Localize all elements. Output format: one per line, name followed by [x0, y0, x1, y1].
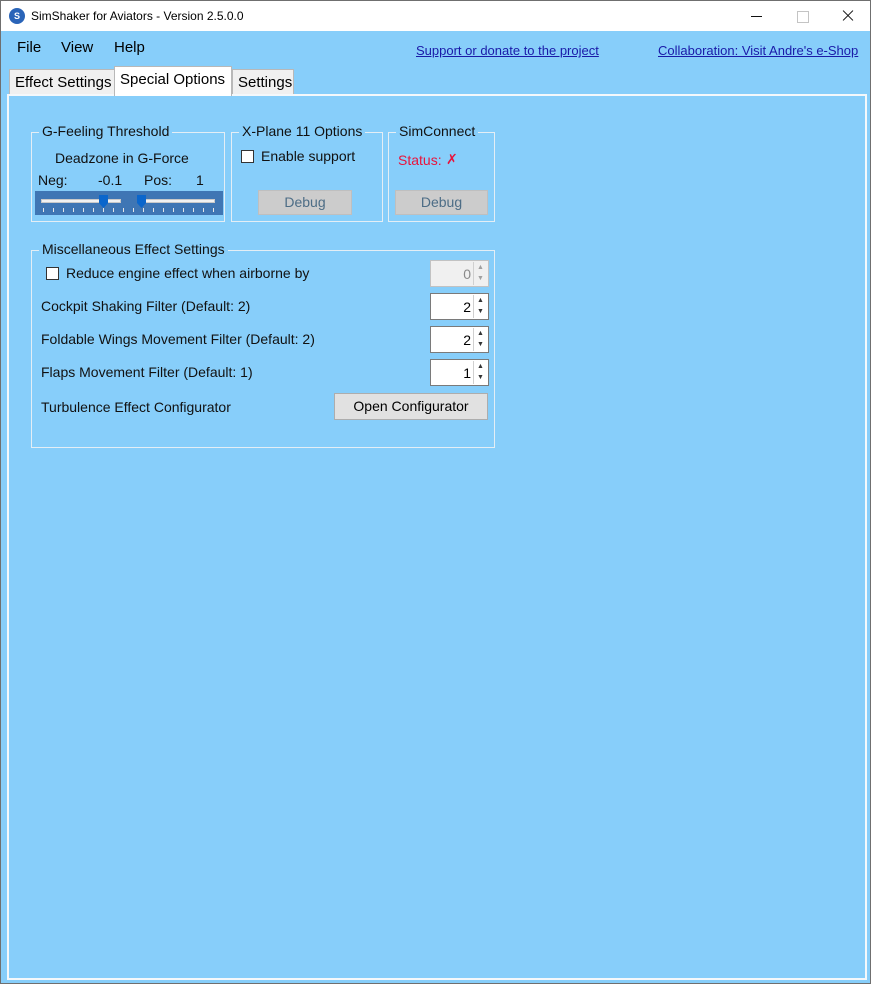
- spin-up-icon[interactable]: ▲: [474, 262, 487, 273]
- spin-up-icon[interactable]: ▲: [474, 295, 487, 306]
- flaps-movement-label: Flaps Movement Filter (Default: 1): [41, 364, 253, 380]
- simconnect-status-label: Status:: [398, 152, 442, 168]
- window-title: SimShaker for Aviators - Version 2.5.0.0: [31, 9, 244, 23]
- g-feeling-group: G-Feeling Threshold Deadzone in G-Force …: [31, 123, 225, 222]
- spin-up-icon[interactable]: ▲: [474, 328, 487, 339]
- g-feeling-title: G-Feeling Threshold: [39, 123, 173, 139]
- pos-value: 1: [196, 172, 204, 188]
- cockpit-shaking-spinner[interactable]: 2 ▲ ▼: [430, 293, 489, 320]
- simconnect-title: SimConnect: [396, 123, 479, 139]
- spin-buttons: ▲ ▼: [473, 262, 487, 285]
- pos-slider-thumb[interactable]: [137, 195, 146, 208]
- spin-buttons: ▲ ▼: [473, 361, 487, 384]
- pos-label: Pos:: [144, 172, 173, 188]
- deadzone-label: Deadzone in G-Force: [55, 150, 189, 166]
- status-x-icon: ✗: [446, 151, 458, 167]
- menu-view[interactable]: View: [61, 39, 93, 56]
- cockpit-shaking-value[interactable]: 2: [463, 299, 471, 315]
- foldable-wings-label: Foldable Wings Movement Filter (Default:…: [41, 331, 315, 347]
- flaps-movement-value[interactable]: 1: [463, 365, 471, 381]
- special-options-page: G-Feeling Threshold Deadzone in G-Force …: [7, 94, 867, 980]
- spin-down-icon[interactable]: ▼: [474, 372, 487, 383]
- simconnect-group: SimConnect Status: ✗ Debug: [388, 123, 495, 222]
- minimize-button[interactable]: [734, 1, 780, 31]
- neg-slider-thumb[interactable]: [99, 195, 108, 208]
- spin-down-icon[interactable]: ▼: [474, 306, 487, 317]
- spin-up-icon[interactable]: ▲: [474, 361, 487, 372]
- app-logo-icon: S: [9, 8, 25, 24]
- spin-buttons: ▲ ▼: [473, 295, 487, 318]
- xplane-enable-label: Enable support: [261, 148, 356, 164]
- foldable-wings-value[interactable]: 2: [463, 332, 471, 348]
- misc-effect-settings-group: Miscellaneous Effect Settings Reduce eng…: [31, 241, 495, 448]
- spin-down-icon[interactable]: ▼: [474, 339, 487, 350]
- reduce-engine-value[interactable]: 0: [463, 266, 471, 282]
- reduce-engine-spinner[interactable]: 0 ▲ ▼: [430, 260, 489, 287]
- tab-effect-settings[interactable]: Effect Settings: [9, 69, 115, 95]
- simconnect-debug-button[interactable]: Debug: [395, 190, 488, 215]
- cockpit-shaking-label: Cockpit Shaking Filter (Default: 2): [41, 298, 251, 314]
- xplane-enable-checkbox[interactable]: [241, 150, 254, 163]
- close-button[interactable]: [824, 1, 870, 31]
- menu-file[interactable]: File: [17, 39, 41, 56]
- app-window: S SimShaker for Aviators - Version 2.5.0…: [0, 0, 871, 984]
- xplane-options-title: X-Plane 11 Options: [239, 123, 366, 139]
- deadzone-range-slider[interactable]: [35, 191, 223, 215]
- support-donate-link[interactable]: Support or donate to the project: [416, 43, 599, 58]
- menu-help[interactable]: Help: [114, 39, 145, 56]
- xplane-options-group: X-Plane 11 Options Enable support Debug: [231, 123, 383, 222]
- menu-bar: File View Help Support or donate to the …: [1, 31, 870, 63]
- title-bar: S SimShaker for Aviators - Version 2.5.0…: [1, 1, 870, 31]
- xplane-debug-button[interactable]: Debug: [258, 190, 352, 215]
- foldable-wings-spinner[interactable]: 2 ▲ ▼: [430, 326, 489, 353]
- spin-buttons: ▲ ▼: [473, 328, 487, 351]
- maximize-button[interactable]: [780, 1, 826, 31]
- turbulence-configurator-label: Turbulence Effect Configurator: [41, 399, 231, 415]
- eshop-link[interactable]: Collaboration: Visit Andre's e-Shop: [658, 43, 858, 58]
- neg-value: -0.1: [98, 172, 123, 188]
- open-configurator-button[interactable]: Open Configurator: [334, 393, 488, 420]
- tab-settings[interactable]: Settings: [232, 69, 294, 95]
- tab-special-options[interactable]: Special Options: [114, 66, 232, 96]
- flaps-movement-spinner[interactable]: 1 ▲ ▼: [430, 359, 489, 386]
- slider-ticks: [43, 208, 215, 212]
- reduce-engine-checkbox[interactable]: [46, 267, 59, 280]
- neg-slider-track[interactable]: [41, 199, 121, 203]
- neg-label: Neg:: [38, 172, 68, 188]
- pos-slider-track[interactable]: [137, 199, 215, 203]
- reduce-engine-label: Reduce engine effect when airborne by: [66, 265, 310, 281]
- misc-settings-title: Miscellaneous Effect Settings: [39, 241, 228, 257]
- spin-down-icon[interactable]: ▼: [474, 273, 487, 284]
